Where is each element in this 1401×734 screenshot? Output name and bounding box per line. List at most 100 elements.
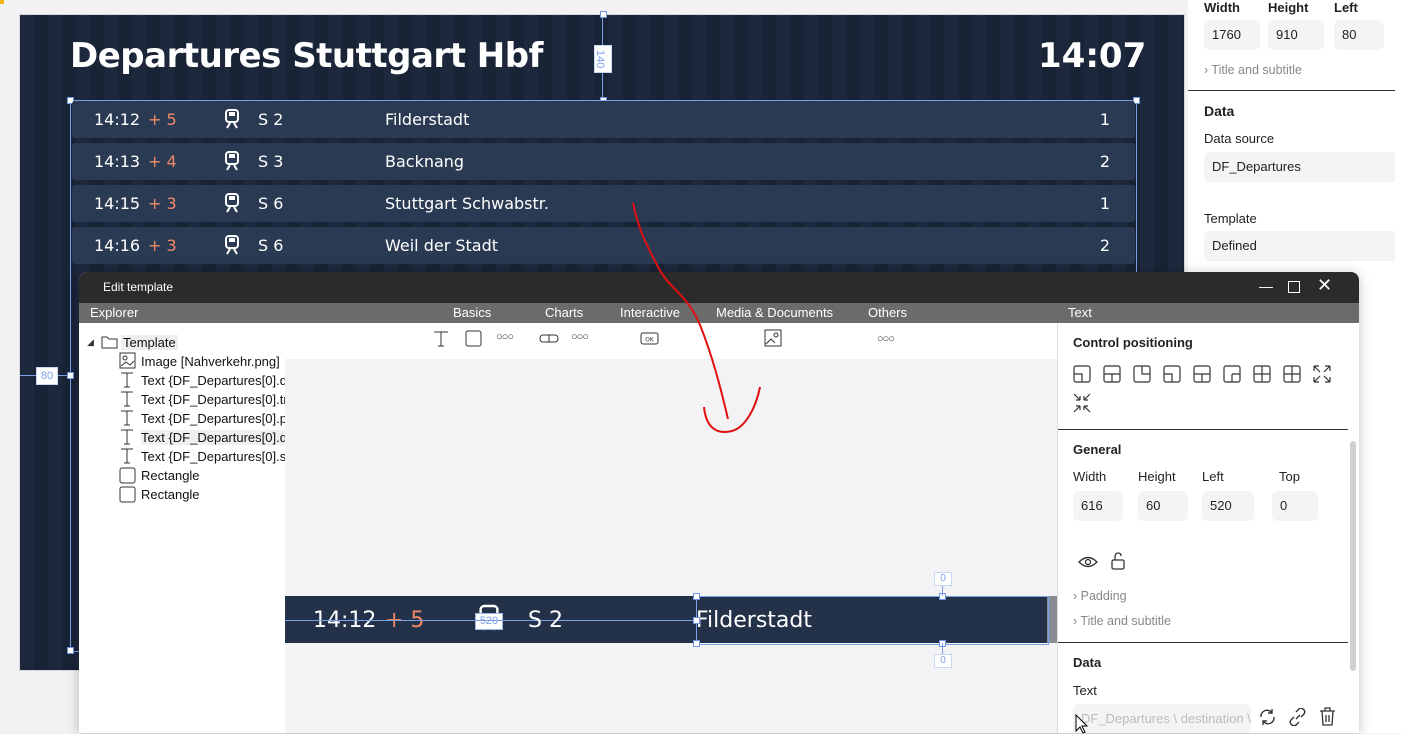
left-label: Left	[1334, 0, 1358, 15]
departure-time: 14:15	[94, 194, 141, 213]
left-guide	[285, 620, 696, 621]
delay: + 3	[148, 194, 177, 213]
left-label: Left	[1202, 469, 1224, 484]
dialog-title: Edit template	[103, 280, 174, 294]
title-subtitle-toggle[interactable]: › Title and subtitle	[1073, 614, 1171, 628]
width-input[interactable]: 1760	[1204, 20, 1260, 50]
folder-icon	[101, 336, 118, 349]
bottom-guide	[942, 643, 943, 654]
template-select[interactable]: Defined	[1204, 231, 1401, 261]
train-icon	[225, 109, 239, 129]
tree-item-text[interactable]: Text {DF_Departures[0].s	[141, 449, 286, 464]
tree-item-image[interactable]: Image [Nahverkehr.png]	[141, 354, 280, 369]
panel-scrollbar[interactable]	[1350, 441, 1356, 671]
height-input[interactable]: 910	[1268, 20, 1324, 50]
departure-row[interactable]: 14:13 + 4 S 3 Backnang 2	[72, 143, 1135, 180]
rectangle-tool-icon[interactable]	[465, 330, 482, 347]
width-input[interactable]: 616	[1073, 491, 1123, 521]
left-offset-label: 80	[36, 367, 58, 385]
departure-time: 14:16	[94, 236, 141, 255]
link-icon[interactable]	[1288, 708, 1308, 726]
tree-item-text[interactable]: Text {DF_Departures[0].d	[141, 373, 287, 388]
padding-toggle[interactable]: › Padding	[1073, 589, 1127, 603]
top-guide	[942, 585, 943, 596]
resize-handle[interactable]	[693, 640, 700, 647]
menu-basics[interactable]: Basics	[453, 305, 491, 320]
menu-charts[interactable]: Charts	[545, 305, 583, 320]
menu-others[interactable]: Others	[868, 305, 907, 320]
text-icon	[121, 372, 133, 388]
tree-item-rectangle[interactable]: Rectangle	[141, 468, 200, 483]
line-label: S 3	[258, 152, 284, 171]
text-tool-icon[interactable]	[433, 330, 449, 348]
departure-time: 14:12	[94, 110, 141, 129]
destination: Backnang	[385, 152, 465, 171]
maximize-icon[interactable]	[1288, 281, 1300, 293]
text-icon	[121, 410, 133, 426]
chart-tool-icon[interactable]	[539, 334, 559, 343]
train-icon	[225, 235, 239, 255]
board-clock[interactable]: 14:07	[1038, 36, 1146, 76]
data-heading: Data	[1073, 655, 1102, 670]
data-source-label: Data source	[1204, 131, 1275, 146]
title-subtitle-toggle[interactable]: › Title and subtitle	[1204, 63, 1302, 77]
more-charts-icon[interactable]: ○○○	[571, 331, 589, 343]
left-input[interactable]: 520	[1202, 491, 1254, 521]
departure-row[interactable]: 14:12 + 5 S 2 Filderstadt 1	[72, 101, 1135, 138]
line-label: S 6	[258, 236, 284, 255]
divider	[1058, 429, 1348, 430]
left-input[interactable]: 80	[1334, 20, 1384, 50]
resize-handle[interactable]	[693, 617, 700, 624]
positioning-buttons[interactable]	[1073, 365, 1343, 425]
close-icon[interactable]: ✕	[1317, 275, 1332, 296]
departure-time: 14:13	[94, 152, 141, 171]
menu-text[interactable]: Text	[1068, 305, 1092, 320]
resize-handle[interactable]	[600, 11, 607, 18]
delete-icon[interactable]	[1319, 707, 1336, 726]
width-label: Width	[1073, 469, 1107, 484]
general-heading: General	[1073, 442, 1122, 457]
explorer-panel: ◢ Template Image [Nahverkehr.png] Text {…	[79, 323, 288, 733]
tree-item-template[interactable]: Template	[121, 335, 178, 350]
board-title[interactable]: Departures Stuttgart Hbf	[70, 36, 543, 76]
train-icon	[225, 193, 239, 213]
unlock-icon[interactable]	[1111, 552, 1125, 570]
text-icon	[121, 391, 133, 407]
tree-item-text[interactable]: Text {DF_Departures[0].p	[141, 411, 287, 426]
eye-icon[interactable]	[1078, 555, 1098, 569]
menu-explorer[interactable]: Explorer	[90, 305, 138, 320]
delay: + 5	[148, 110, 177, 129]
text-icon	[121, 429, 133, 445]
top-label: Top	[1279, 469, 1300, 484]
platform: 2	[1099, 152, 1110, 171]
platform: 2	[1099, 236, 1110, 255]
top-input[interactable]: 0	[1272, 491, 1318, 521]
rectangle-icon	[119, 467, 136, 484]
text-icon	[121, 448, 133, 464]
tree-item-text[interactable]: Text {DF_Departures[0].tr	[141, 392, 288, 407]
resize-handle[interactable]	[67, 372, 74, 379]
left-offset-badge: 520	[475, 613, 503, 630]
resize-handle[interactable]	[693, 593, 700, 600]
minimize-icon[interactable]: —	[1259, 278, 1273, 294]
text-binding-input[interactable]: DF_Departures \ destination \	[1073, 704, 1251, 733]
data-source-select[interactable]: DF_Departures	[1204, 152, 1401, 182]
destination: Stuttgart Schwabstr.	[385, 194, 549, 213]
more-others-icon[interactable]: ○○○	[877, 333, 895, 345]
annotation-arrow	[632, 202, 761, 433]
platform: 1	[1099, 194, 1110, 213]
delay: + 3	[148, 236, 177, 255]
preview-line[interactable]: S 2	[528, 608, 563, 633]
divider	[1188, 90, 1401, 91]
control-properties-panel: Control positioning General Width Height…	[1057, 323, 1359, 733]
more-basics-icon[interactable]: ○○○	[496, 331, 514, 343]
resize-handle[interactable]	[67, 647, 74, 654]
image-icon	[119, 352, 136, 369]
height-input[interactable]: 60	[1138, 491, 1188, 521]
preview-destination[interactable]: Filderstadt	[696, 608, 812, 633]
collapse-icon[interactable]: ◢	[87, 337, 94, 348]
tree-item-text[interactable]: Text {DF_Departures[0].d	[141, 430, 287, 445]
refresh-icon[interactable]	[1258, 708, 1277, 726]
data-heading: Data	[1204, 103, 1235, 119]
tree-item-rectangle[interactable]: Rectangle	[141, 487, 200, 502]
